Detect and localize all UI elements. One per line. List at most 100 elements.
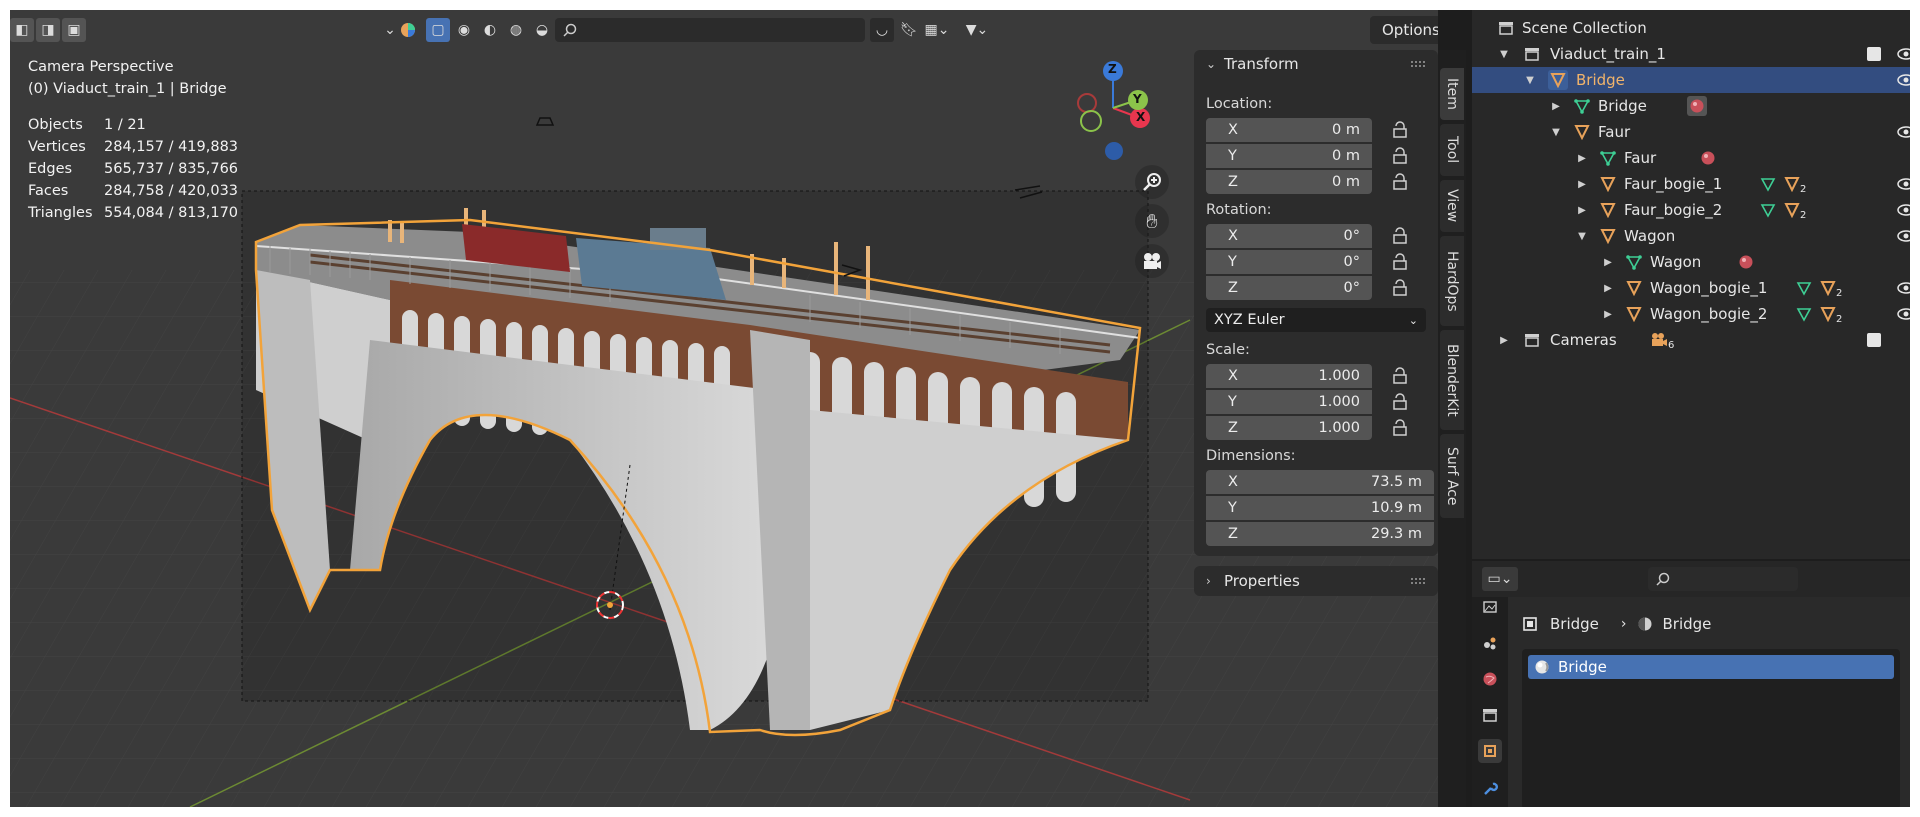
lock-icon[interactable] [1390, 392, 1410, 412]
collapse-arrow-icon[interactable]: ▼ [1524, 75, 1536, 86]
drag-grip-icon[interactable] [1410, 577, 1426, 585]
lock-icon[interactable] [1390, 146, 1410, 166]
rotation-mode-dropdown[interactable]: XYZ Euler ⌄ [1206, 308, 1426, 332]
camera-view-icon[interactable] [1135, 244, 1169, 278]
dimensions-x-field[interactable]: X 73.5 m [1206, 470, 1434, 494]
tab-item[interactable]: Item [1440, 68, 1464, 120]
dimensions-z-field[interactable]: Z 29.3 m [1206, 522, 1434, 546]
lock-icon[interactable] [1390, 418, 1410, 438]
lock-icon[interactable] [1390, 252, 1410, 272]
shading-rendered-icon[interactable]: ◍ [504, 18, 528, 42]
expand-arrow-icon[interactable]: ▶ [1576, 205, 1588, 216]
child-objects-icon[interactable]: 2 [1820, 278, 1842, 299]
gizmo-x-label[interactable]: X [1136, 110, 1145, 124]
outliner-row-scene-collection[interactable]: Scene Collection [1472, 15, 1910, 41]
pan-hand-icon[interactable]: ✋︎ [1135, 204, 1169, 238]
material-slot-item[interactable]: Bridge [1528, 655, 1894, 679]
material-icon[interactable] [1738, 252, 1754, 272]
eye-icon[interactable] [1896, 177, 1910, 191]
lock-icon[interactable] [1390, 172, 1410, 192]
gizmo-y-label[interactable]: Y [1133, 92, 1142, 106]
object-tab-icon[interactable] [1478, 739, 1502, 763]
scale-z-field[interactable]: Z 1.000 [1206, 416, 1372, 440]
outliner-row-wagon-bogie-2[interactable]: ▶ Wagon_bogie_2 2 [1472, 301, 1910, 327]
lock-icon[interactable] [1390, 366, 1410, 386]
tab-blenderkit[interactable]: BlenderKit [1440, 330, 1464, 430]
material-slot-list[interactable]: Bridge [1522, 649, 1900, 807]
shading-wireframe-icon[interactable]: ▢ [426, 18, 450, 42]
mesh-data-icon[interactable] [1796, 278, 1812, 298]
location-y-field[interactable]: Y0 m [1206, 144, 1372, 168]
rotation-y-field[interactable]: Y 0° [1206, 250, 1372, 274]
3d-viewport[interactable]: Z X Y ◧ ◨ ▣ ⌄ ▢ ◉ ◐ ◍ ◒ ◡ 🔖︎ ▦⌄ ▼⌄ Optio… [10, 10, 1438, 807]
shading-solid-icon[interactable]: ◉ [452, 18, 476, 42]
gizmo-z-label[interactable]: Z [1108, 62, 1117, 76]
eye-icon[interactable] [1896, 281, 1910, 295]
expand-arrow-icon[interactable]: ▶ [1602, 283, 1614, 294]
mesh-data-icon[interactable] [1760, 200, 1776, 220]
location-x-field[interactable]: X0 m [1206, 118, 1372, 142]
editor-type-icon[interactable]: ▭⌄ [1482, 567, 1518, 591]
layout-icon[interactable]: ▦⌄ [922, 18, 952, 42]
outliner-row-faur-bogie-1[interactable]: ▶ Faur_bogie_1 2 [1472, 171, 1910, 197]
bookmark-icon[interactable]: 🔖︎ [898, 18, 920, 42]
zoom-icon[interactable] [1135, 165, 1169, 199]
child-objects-icon[interactable]: 2 [1784, 174, 1806, 195]
expand-arrow-icon[interactable]: ▶ [1576, 179, 1588, 190]
include-checkbox[interactable] [1867, 333, 1881, 347]
outliner-row-faur-mesh[interactable]: ▶ Faur [1472, 145, 1910, 171]
world-tab-icon[interactable] [1478, 667, 1502, 691]
outliner-row-wagon-object[interactable]: ▼ Wagon [1472, 223, 1910, 249]
select-mode-subtract-icon[interactable]: ▣ [62, 18, 86, 42]
eye-icon[interactable] [1896, 47, 1910, 61]
camera-objects-icon[interactable]: 6 [1650, 330, 1674, 351]
filter-icon[interactable]: ▼⌄ [960, 18, 994, 42]
eye-icon[interactable] [1896, 203, 1910, 217]
outliner-row-bridge-object[interactable]: ▼ Bridge [1472, 67, 1910, 93]
mesh-data-icon[interactable] [1760, 174, 1776, 194]
tab-hardops[interactable]: HardOps [1440, 236, 1464, 326]
include-checkbox[interactable] [1867, 47, 1881, 61]
breadcrumb-material[interactable]: Bridge [1663, 615, 1712, 633]
eye-icon[interactable] [1896, 229, 1910, 243]
output-tab-icon[interactable] [1478, 595, 1502, 619]
tab-view[interactable]: View [1440, 180, 1464, 232]
eye-icon[interactable] [1896, 125, 1910, 139]
lock-icon[interactable] [1390, 226, 1410, 246]
shading-options-icon[interactable]: ◒ [530, 18, 554, 42]
scale-y-field[interactable]: Y 1.000 [1206, 390, 1372, 414]
outliner-row-bridge-mesh[interactable]: ▶ Bridge [1472, 93, 1910, 119]
properties-subpanel-header[interactable]: › Properties [1194, 566, 1438, 596]
filter-curve-icon[interactable]: ◡ [870, 18, 894, 42]
expand-arrow-icon[interactable]: ▶ [1498, 335, 1510, 346]
properties-search-input[interactable] [1676, 571, 1786, 587]
rotation-x-field[interactable]: X 0° [1206, 224, 1372, 248]
material-icon[interactable] [1687, 96, 1707, 116]
outliner-row-wagon-mesh[interactable]: ▶ Wagon [1472, 249, 1910, 275]
expand-arrow-icon[interactable]: ▶ [1576, 153, 1588, 164]
tab-tool[interactable]: Tool [1440, 124, 1464, 176]
eye-icon[interactable] [1896, 73, 1910, 87]
select-mode-new-icon[interactable]: ◧ [10, 18, 34, 42]
viewport-search-box[interactable] [555, 18, 865, 42]
expand-arrow-icon[interactable]: ▶ [1602, 309, 1614, 320]
rotation-z-field[interactable]: Z 0° [1206, 276, 1372, 300]
outliner-row-cameras-collection[interactable]: ▶ Cameras 6 [1472, 327, 1910, 353]
lock-icon[interactable] [1390, 278, 1410, 298]
viewport-search-input[interactable] [583, 22, 853, 38]
collapse-arrow-icon[interactable]: ▼ [1576, 231, 1588, 242]
child-objects-icon[interactable]: 2 [1820, 304, 1842, 325]
select-mode-extend-icon[interactable]: ◨ [36, 18, 60, 42]
dimensions-y-field[interactable]: Y 10.9 m [1206, 496, 1434, 520]
wrench-modifier-icon[interactable] [1478, 777, 1502, 801]
expand-arrow-icon[interactable]: ▶ [1550, 101, 1562, 112]
scale-x-field[interactable]: X 1.000 [1206, 364, 1372, 388]
outliner-row-wagon-bogie-1[interactable]: ▶ Wagon_bogie_1 2 [1472, 275, 1910, 301]
mesh-data-icon[interactable] [1796, 304, 1812, 324]
breadcrumb-object[interactable]: Bridge [1550, 615, 1599, 633]
transform-panel-header[interactable]: ⌄ Transform [1194, 50, 1438, 78]
visibility-dropdown-icon[interactable]: ⌄ [382, 18, 398, 42]
outliner-row-faur-object[interactable]: ▼ Faur [1472, 119, 1910, 145]
material-icon[interactable] [1700, 148, 1716, 168]
scene-tab-icon[interactable] [1478, 631, 1502, 655]
